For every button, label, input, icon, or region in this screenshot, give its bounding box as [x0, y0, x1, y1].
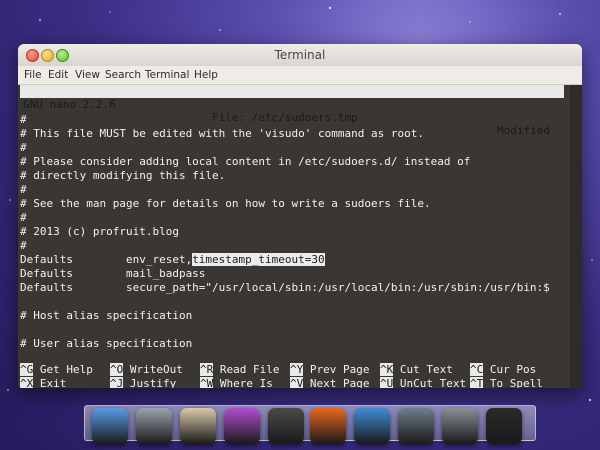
shortcut-exit[interactable]: ^X Exit — [20, 377, 66, 388]
shortcut-key: ^G — [20, 363, 34, 376]
shortcut-justify[interactable]: ^J Justify — [110, 377, 176, 388]
editor-line-env-reset: Defaults env_reset,timestamp_timeout=30 — [20, 253, 325, 266]
window-titlebar[interactable]: Terminal — [18, 44, 582, 67]
finder-icon[interactable] — [92, 408, 128, 444]
shortcut-label: Justify — [129, 377, 177, 388]
editor-line: # — [20, 211, 27, 224]
shortcut-read-file[interactable]: ^R Read File — [200, 363, 279, 376]
menu-help[interactable]: Help — [194, 69, 218, 81]
shortcut-label: Read File — [219, 363, 280, 376]
system-preferences-icon[interactable] — [442, 408, 478, 444]
editor-line: # This file MUST be edited with the 'vis… — [20, 127, 424, 140]
terminal-scrollbar[interactable] — [570, 85, 582, 388]
terminal-window[interactable]: Terminal File Edit View Search Terminal … — [18, 44, 582, 388]
defaults-env-prefix: Defaults env_reset, — [20, 253, 193, 266]
shortcut-label: WriteOut — [129, 363, 183, 376]
shortcut-key: ^V — [290, 377, 304, 388]
editor-line: Defaults secure_path="/usr/local/sbin:/u… — [20, 281, 550, 294]
shortcut-cur-pos[interactable]: ^C Cur Pos — [470, 363, 536, 376]
editor-line: # — [20, 183, 27, 196]
terminal-content[interactable]: GNU nano 2.2.6 File: /etc/sudoers.tmp Mo… — [18, 85, 582, 388]
shortcut-uncut-text[interactable]: ^U UnCut Text — [380, 377, 466, 388]
shortcut-get-help[interactable]: ^G Get Help — [20, 363, 93, 376]
editor-line: # Host alias specification — [20, 309, 193, 322]
editor-line: # directly modifying this file. — [20, 169, 226, 182]
shortcut-key: ^Y — [290, 363, 304, 376]
shortcut-to-spell[interactable]: ^T To Spell — [470, 377, 543, 388]
shortcut-key: ^X — [20, 377, 34, 388]
editor-line: # See the man page for details on how to… — [20, 197, 431, 210]
window-title: Terminal — [274, 48, 326, 62]
shortcut-key: ^R — [200, 363, 214, 376]
editor-line: # 2013 (c) profruit.blog — [20, 225, 179, 238]
editor-line: # — [20, 239, 27, 252]
editor-line: # — [20, 141, 27, 154]
nano-header-bar: GNU nano 2.2.6 File: /etc/sudoers.tmp Mo… — [20, 85, 564, 137]
nano-status: Modified — [497, 124, 550, 137]
editor-line: # User alias specification — [20, 337, 193, 350]
selected-text[interactable]: timestamp_timeout=30 — [192, 253, 325, 266]
shortcut-label: Next Page — [309, 377, 370, 388]
shortcut-label: Cut Text — [399, 363, 453, 376]
shortcut-key: ^K — [380, 363, 394, 376]
shortcut-key: ^W — [200, 377, 214, 388]
menu-view[interactable]: View — [75, 69, 100, 81]
shortcut-label: To Spell — [489, 377, 543, 388]
shortcut-cut-text[interactable]: ^K Cut Text — [380, 363, 453, 376]
shortcut-key: ^C — [470, 363, 484, 376]
nano-version: GNU nano 2.2.6 — [23, 98, 116, 111]
terminal-icon[interactable] — [486, 408, 522, 444]
photo-booth-icon[interactable] — [268, 408, 304, 444]
shortcut-label: Cur Pos — [489, 363, 537, 376]
shortcut-next-page[interactable]: ^V Next Page — [290, 377, 369, 388]
menu-file[interactable]: File — [24, 69, 42, 81]
time-machine-icon[interactable] — [354, 408, 390, 444]
shortcut-key: ^J — [110, 377, 124, 388]
mail-icon[interactable] — [180, 408, 216, 444]
itunes-icon[interactable] — [224, 408, 260, 444]
shortcut-writeout[interactable]: ^O WriteOut — [110, 363, 183, 376]
menu-bar: File Edit View Search Terminal Help — [18, 66, 582, 85]
shortcut-label: Exit — [39, 377, 67, 388]
launchpad-icon[interactable] — [136, 408, 172, 444]
shortcut-label: UnCut Text — [399, 377, 467, 388]
shortcut-label: Prev Page — [309, 363, 370, 376]
menu-terminal[interactable]: Terminal — [145, 69, 189, 81]
editor-line: # — [20, 113, 27, 126]
shortcut-prev-page[interactable]: ^Y Prev Page — [290, 363, 369, 376]
editor-line: Defaults mail_badpass — [20, 267, 206, 280]
firefox-icon[interactable] — [310, 408, 346, 444]
dashboard-icon[interactable] — [398, 408, 434, 444]
menu-edit[interactable]: Edit — [48, 69, 68, 81]
shortcut-key: ^T — [470, 377, 484, 388]
shortcut-key: ^O — [110, 363, 124, 376]
nano-file-name: File: /etc/sudoers.tmp — [212, 111, 358, 124]
editor-line: # Please consider adding local content i… — [20, 155, 471, 168]
shortcut-label: Get Help — [39, 363, 93, 376]
shortcut-key: ^U — [380, 377, 394, 388]
menu-search[interactable]: Search — [105, 69, 141, 81]
shortcut-label: Where Is — [219, 377, 273, 388]
shortcut-where-is[interactable]: ^W Where Is — [200, 377, 273, 388]
